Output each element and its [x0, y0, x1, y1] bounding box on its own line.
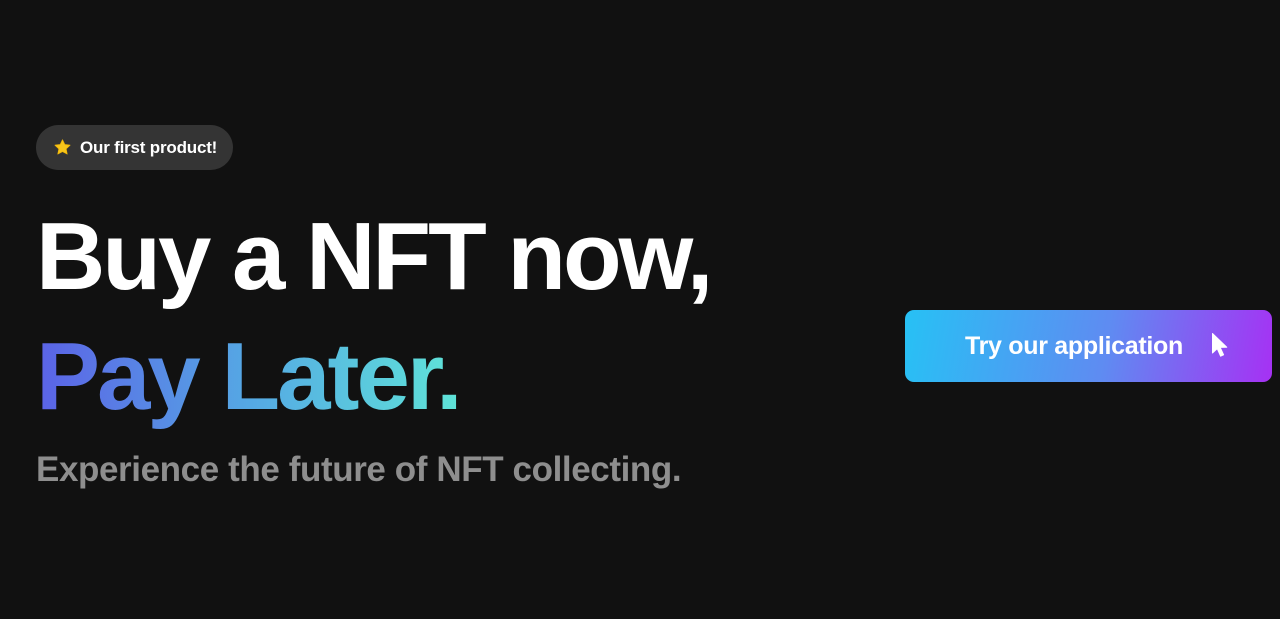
badge-label: Our first product!: [80, 137, 218, 157]
try-application-label: Try our application: [965, 331, 1183, 360]
hero-headline: Buy a NFT now,: [36, 203, 713, 310]
hero-page: Our first product! Buy a NFT now, Pay La…: [0, 0, 1280, 619]
try-application-button[interactable]: Try our application: [905, 310, 1272, 382]
hero-headline-accent: Pay Later.: [36, 323, 463, 430]
hero-subtitle: Experience the future of NFT collecting.: [36, 450, 682, 489]
pointer-cursor-icon: [1211, 332, 1229, 358]
star-icon: [53, 138, 72, 157]
product-badge: Our first product!: [36, 125, 234, 170]
